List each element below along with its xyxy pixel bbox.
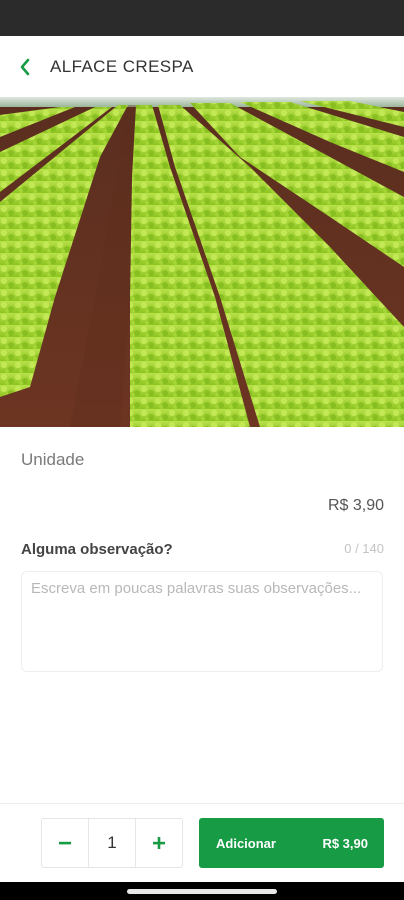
status-bar bbox=[0, 0, 404, 36]
unit-price: R$ 3,90 bbox=[327, 497, 384, 514]
quantity-value: 1 bbox=[88, 819, 136, 867]
footer-divider bbox=[0, 803, 404, 804]
home-gesture-handle[interactable] bbox=[127, 889, 277, 894]
add-button-price: R$ 3,90 bbox=[322, 835, 368, 851]
page-title: ALFACE CRESPA bbox=[50, 56, 194, 76]
observation-field-box bbox=[21, 571, 383, 672]
observation-input[interactable] bbox=[22, 572, 382, 671]
plus-icon bbox=[153, 837, 165, 849]
chevron-left-icon bbox=[20, 58, 30, 75]
quantity-stepper: 1 bbox=[41, 818, 183, 868]
add-button-label: Adicionar bbox=[216, 835, 276, 851]
add-to-cart-button[interactable]: Adicionar R$ 3,90 bbox=[199, 818, 384, 868]
observation-label: Alguma observação? bbox=[21, 541, 173, 558]
minus-icon bbox=[59, 841, 71, 845]
unit-label: Unidade bbox=[21, 450, 85, 469]
decrement-button[interactable] bbox=[42, 819, 88, 867]
observation-counter: 0 / 140 bbox=[344, 541, 384, 556]
back-button[interactable] bbox=[0, 36, 50, 97]
increment-button[interactable] bbox=[136, 819, 182, 867]
product-image bbox=[0, 97, 404, 427]
header: ALFACE CRESPA bbox=[0, 36, 404, 97]
